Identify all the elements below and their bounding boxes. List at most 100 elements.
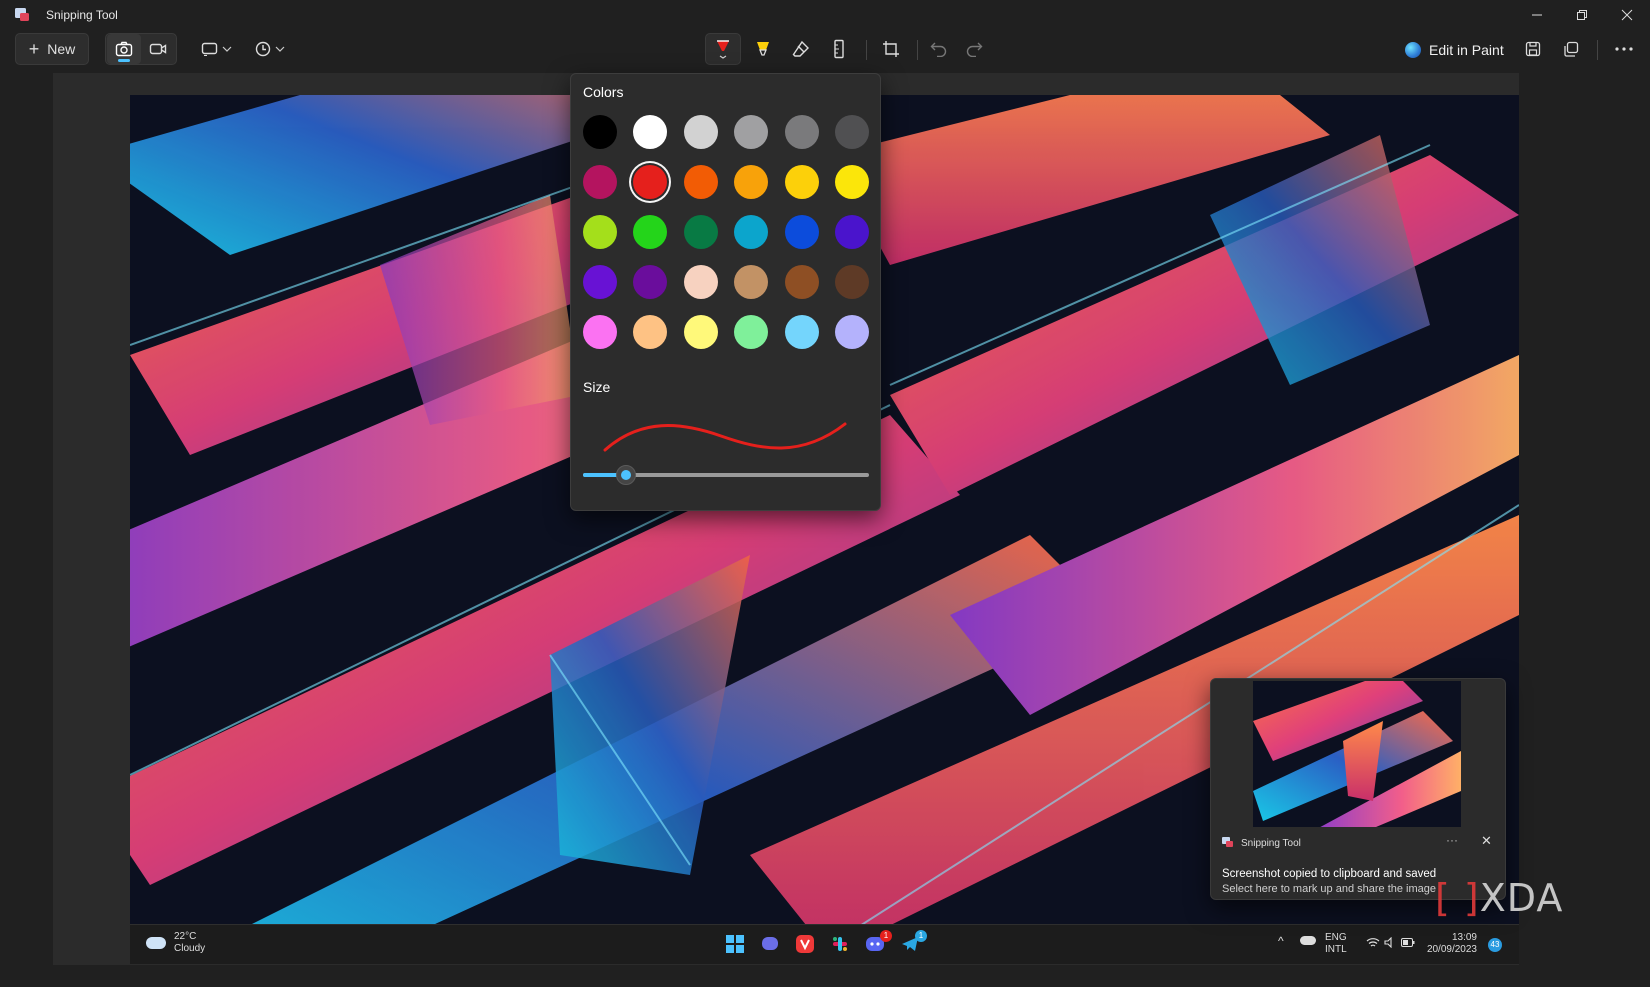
color-swatch[interactable] xyxy=(784,265,819,299)
colors-heading: Colors xyxy=(583,84,624,100)
weather-widget: 22°C Cloudy xyxy=(146,931,205,955)
more-options-button[interactable] xyxy=(1606,33,1642,65)
close-icon xyxy=(1621,9,1633,21)
ruler-button[interactable] xyxy=(821,33,857,65)
save-button[interactable] xyxy=(1516,33,1550,65)
restore-button[interactable] xyxy=(1562,4,1602,26)
eraser-button[interactable] xyxy=(783,33,819,65)
color-swatch[interactable] xyxy=(683,315,718,349)
teams-chat-icon xyxy=(762,937,778,950)
toolbar-separator xyxy=(1597,40,1598,60)
color-swatch[interactable] xyxy=(633,265,668,299)
color-swatch[interactable] xyxy=(683,165,718,199)
capture-mode-group xyxy=(105,33,177,65)
plus-icon: + xyxy=(28,38,40,59)
color-swatch[interactable] xyxy=(734,165,769,199)
more-icon xyxy=(1615,47,1633,51)
color-swatch[interactable] xyxy=(583,315,617,349)
color-swatch[interactable] xyxy=(583,115,617,149)
close-button[interactable] xyxy=(1607,4,1647,26)
size-slider-thumb[interactable] xyxy=(615,465,636,485)
color-swatch-grid xyxy=(583,115,869,349)
color-swatch[interactable] xyxy=(583,265,617,299)
save-icon xyxy=(1525,41,1541,57)
snip-mode-dropdown[interactable] xyxy=(196,33,236,65)
camera-icon xyxy=(115,41,133,57)
color-swatch[interactable] xyxy=(734,265,769,299)
record-video-button[interactable] xyxy=(141,34,175,64)
color-swatch[interactable] xyxy=(784,315,819,349)
xda-watermark-logo: [ ]XDA xyxy=(1435,876,1563,920)
xda-watermark-text: XDA xyxy=(1479,876,1564,920)
ruler-icon xyxy=(834,39,844,59)
color-swatch[interactable] xyxy=(734,215,769,249)
clock-time: 13:09 xyxy=(1451,932,1477,943)
color-swatch[interactable] xyxy=(784,115,819,149)
screenshot-notification-toast[interactable]: Snipping Tool ··· ✕ Screenshot copied to… xyxy=(1210,678,1506,900)
color-swatch[interactable] xyxy=(834,165,869,199)
keyboard-layout: INTL xyxy=(1325,944,1347,955)
snipping-tool-small-icon xyxy=(1222,837,1233,847)
size-slider[interactable] xyxy=(583,465,869,485)
color-swatch[interactable] xyxy=(633,215,668,249)
highlighter-icon xyxy=(757,42,769,56)
slack-icon xyxy=(833,937,847,951)
crop-icon xyxy=(883,41,899,57)
color-swatch-selected[interactable] xyxy=(633,165,668,199)
color-swatch[interactable] xyxy=(834,215,869,249)
edit-in-paint-label: Edit in Paint xyxy=(1429,42,1504,58)
screenshot-thumbnail xyxy=(1253,681,1461,827)
language-indicator: ENG INTL xyxy=(1325,932,1347,956)
captured-taskbar: 22°C Cloudy 1 1 ^ ENG INTL 13:09 20/09/2… xyxy=(130,924,1519,964)
delay-dropdown[interactable] xyxy=(250,33,290,65)
color-swatch[interactable] xyxy=(784,215,819,249)
color-swatch[interactable] xyxy=(734,115,769,149)
snip-photo-button[interactable] xyxy=(107,34,141,64)
crop-button[interactable] xyxy=(873,33,909,65)
color-swatch[interactable] xyxy=(583,215,617,249)
undo-button[interactable] xyxy=(921,33,957,65)
windows-start-icon xyxy=(726,935,744,953)
toast-more-options-button[interactable]: ··· xyxy=(1446,833,1458,847)
color-swatch[interactable] xyxy=(683,215,718,249)
color-swatch[interactable] xyxy=(683,265,718,299)
minimize-button[interactable] xyxy=(1517,4,1557,26)
chevron-down-icon xyxy=(222,46,231,52)
minimize-icon xyxy=(1532,14,1542,16)
color-swatch[interactable] xyxy=(734,315,769,349)
language-code: ENG xyxy=(1325,932,1347,943)
new-button[interactable]: + New xyxy=(15,33,89,65)
redo-button[interactable] xyxy=(956,33,992,65)
window-title: Snipping Tool xyxy=(46,8,118,22)
color-swatch[interactable] xyxy=(633,115,668,149)
copy-icon xyxy=(1564,41,1579,57)
onedrive-icon xyxy=(1300,936,1316,945)
clock: 13:09 20/09/2023 xyxy=(1425,932,1477,956)
color-swatch[interactable] xyxy=(834,315,869,349)
edit-in-paint-button[interactable]: Edit in Paint xyxy=(1405,36,1504,64)
redo-icon xyxy=(966,42,983,57)
color-swatch[interactable] xyxy=(834,115,869,149)
toast-message: Screenshot copied to clipboard and saved xyxy=(1222,868,1437,880)
color-swatch[interactable] xyxy=(683,115,718,149)
toolbar-separator xyxy=(866,40,867,60)
xda-bracket-mark: [ ] xyxy=(1435,876,1480,920)
copy-button[interactable] xyxy=(1554,33,1588,65)
highlighter-button[interactable] xyxy=(745,33,781,65)
toolbar: + New Edit in Paint xyxy=(0,30,1650,70)
notification-count-badge: 43 xyxy=(1488,938,1502,952)
size-heading: Size xyxy=(583,379,611,395)
stroke-size-preview xyxy=(603,422,847,452)
paint-app-icon xyxy=(1405,42,1421,58)
color-swatch[interactable] xyxy=(834,265,869,299)
vivaldi-browser-icon xyxy=(796,935,814,953)
toast-close-button[interactable]: ✕ xyxy=(1481,833,1492,849)
color-swatch[interactable] xyxy=(784,165,819,199)
snip-mode-icon xyxy=(201,42,217,56)
clock-date: 20/09/2023 xyxy=(1426,944,1477,955)
color-swatch[interactable] xyxy=(633,315,668,349)
snipping-tool-app-icon xyxy=(15,8,29,21)
color-swatch[interactable] xyxy=(583,165,617,199)
ballpoint-pen-button[interactable] xyxy=(705,33,741,65)
eraser-icon xyxy=(792,40,809,57)
